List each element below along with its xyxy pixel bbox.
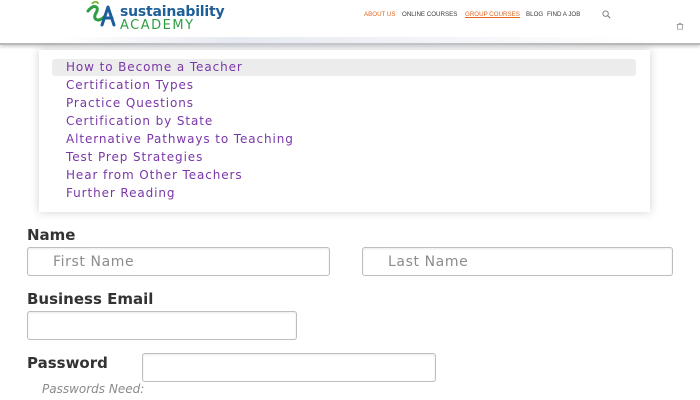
first-name-input[interactable] [27,247,330,276]
last-name-input[interactable] [362,247,673,276]
business-email-input[interactable] [27,311,297,340]
dropdown-menu: How to Become a Teacher Certification Ty… [39,50,650,212]
menu-item-practice-questions[interactable]: Practice Questions [52,95,636,112]
menu-item-how-to-become-a-teacher[interactable]: How to Become a Teacher [52,59,636,76]
logo-subtext: ACADEMY [120,18,195,33]
nav-find-a-job[interactable]: FIND A JOB [547,11,580,18]
menu-item-certification-types[interactable]: Certification Types [52,77,636,94]
password-label: Password [27,354,108,372]
nav-group-courses[interactable]: GROUP COURSES [465,11,520,18]
logo-mark-icon [86,1,116,27]
menu-item-hear-from-other-teachers[interactable]: Hear from Other Teachers [52,167,636,184]
logo[interactable]: sustainability ACADEMY [84,1,234,35]
name-label: Name [27,226,76,244]
cart-icon[interactable] [676,22,684,30]
menu-item-test-prep-strategies[interactable]: Test Prep Strategies [52,149,636,166]
nav-blog[interactable]: BLOG [526,11,543,18]
password-input[interactable] [142,353,436,382]
business-email-label: Business Email [27,290,154,308]
nav-online-courses[interactable]: ONLINE COURSES [402,11,457,18]
faded-background-content [60,37,640,47]
password-requirements-hint: Passwords Need: [42,382,145,396]
nav-about-us[interactable]: ABOUT US [364,11,396,18]
menu-item-certification-by-state[interactable]: Certification by State [52,113,636,130]
search-icon[interactable] [602,10,611,19]
menu-item-further-reading[interactable]: Further Reading [52,185,636,202]
menu-item-alternative-pathways[interactable]: Alternative Pathways to Teaching [52,131,636,148]
